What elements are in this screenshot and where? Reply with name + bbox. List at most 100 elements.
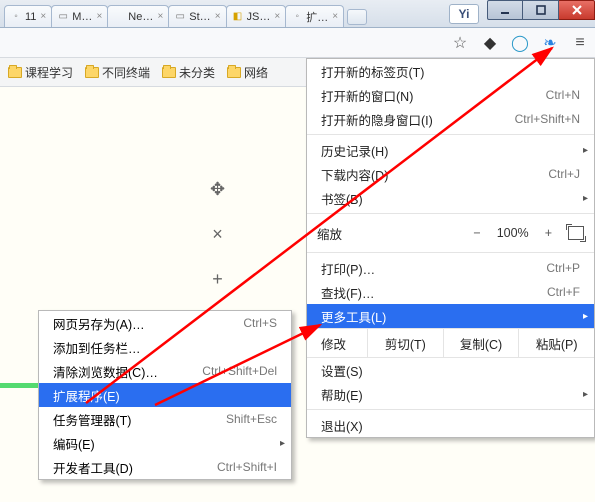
close-icon[interactable]: ×: [274, 11, 280, 22]
zoom-out-button[interactable]: −: [473, 226, 480, 240]
menu-label: 清除浏览数据(C)…: [53, 362, 158, 381]
ime-indicator[interactable]: Yi: [449, 4, 479, 24]
menu-shortcut: Ctrl+P: [546, 261, 580, 275]
menu-shortcut: Ctrl+Shift+I: [217, 460, 277, 474]
tab-favicon: ◧: [232, 11, 244, 23]
menu-item-copy[interactable]: 复制(C): [443, 329, 519, 357]
bookmark-folder[interactable]: 课程学习: [8, 64, 73, 81]
zoom-in-button[interactable]: +: [545, 226, 552, 240]
bookmark-label: 课程学习: [25, 64, 73, 81]
menu-item-dev-tools[interactable]: 开发者工具(D)Ctrl+Shift+I: [39, 455, 291, 479]
browser-toolbar: ☆ ◆ ◯ ❧ ≡: [0, 28, 595, 58]
bookmark-label: 网络: [244, 64, 268, 81]
menu-item-save-as[interactable]: 网页另存为(A)… Ctrl+S: [39, 311, 291, 335]
close-icon[interactable]: ×: [212, 224, 223, 245]
fullscreen-icon[interactable]: [568, 226, 584, 240]
menu-item-add-to-taskbar[interactable]: 添加到任务栏…: [39, 335, 291, 359]
tab-favicon: [113, 11, 125, 23]
close-icon[interactable]: ×: [40, 11, 46, 22]
close-icon[interactable]: ×: [96, 11, 102, 22]
bookmark-label: 不同终端: [102, 64, 150, 81]
more-tools-submenu: 网页另存为(A)… Ctrl+S 添加到任务栏… 清除浏览数据(C)… Ctrl+S…: [38, 310, 292, 480]
new-tab-button[interactable]: [347, 9, 367, 25]
menu-label: 网页另存为(A)…: [53, 314, 145, 333]
ime-label: Yi: [459, 7, 470, 21]
menu-item-new-window[interactable]: 打开新的窗口(N)Ctrl+N: [307, 83, 594, 107]
menu-label: 任务管理器(T): [53, 410, 131, 429]
menu-item-find[interactable]: 查找(F)…Ctrl+F: [307, 280, 594, 304]
bookmark-folder[interactable]: 网络: [227, 64, 268, 81]
menu-label: 打印(P)…: [321, 259, 375, 278]
move-icon[interactable]: ✥: [210, 179, 225, 200]
menu-item-more-tools[interactable]: 更多工具(L): [307, 304, 594, 328]
browser-tab[interactable]: ◦11 ×: [4, 5, 52, 27]
menu-label: 添加到任务栏…: [53, 338, 141, 357]
page-accent: [0, 383, 42, 388]
folder-icon: [8, 67, 22, 78]
menu-label: 扩展程序(E): [53, 386, 120, 405]
menu-label: 打开新的窗口(N): [321, 86, 413, 105]
browser-tab[interactable]: ◧JS…×: [226, 5, 287, 27]
menu-label: 编码(E): [53, 434, 95, 453]
menu-label: 打开新的隐身窗口(I): [321, 110, 433, 129]
tab-favicon: ◦: [10, 11, 22, 23]
extension-icon[interactable]: ❧: [541, 34, 559, 52]
folder-icon: [162, 67, 176, 78]
star-icon[interactable]: ☆: [451, 34, 469, 52]
menu-item-cut[interactable]: 剪切(T): [367, 329, 443, 357]
bookmark-folder[interactable]: 不同终端: [85, 64, 150, 81]
menu-item-downloads[interactable]: 下载内容(D)Ctrl+J: [307, 162, 594, 186]
menu-item-print[interactable]: 打印(P)… Ctrl+P: [307, 256, 594, 280]
close-icon[interactable]: ×: [332, 11, 338, 22]
menu-item-encoding[interactable]: 编码(E): [39, 431, 291, 455]
window-titlebar: ◦11× ▭M…× New T…× ▭St…× ◧JS…× ◦扩…× Yi: [0, 0, 595, 28]
menu-item-exit[interactable]: 退出(X): [307, 413, 594, 437]
menu-item-incognito[interactable]: 打开新的隐身窗口(I) Ctrl+Shift+N: [307, 107, 594, 131]
menu-label: 帮助(E): [321, 385, 363, 404]
menu-item-clear-data[interactable]: 清除浏览数据(C)… Ctrl+Shift+Del: [39, 359, 291, 383]
tab-strip: ◦11× ▭M…× New T…× ▭St…× ◧JS…× ◦扩…×: [0, 0, 449, 27]
bookmark-folder[interactable]: 未分类: [162, 64, 215, 81]
menu-row-zoom: 缩放 − 100% +: [307, 217, 594, 249]
tab-label: M…: [72, 11, 92, 23]
menu-item-settings[interactable]: 设置(S): [307, 358, 594, 382]
menu-shortcut: Shift+Esc: [226, 412, 277, 426]
folder-icon: [227, 67, 241, 78]
menu-item-history[interactable]: 历史记录(H): [307, 138, 594, 162]
menu-shortcut: Ctrl+S: [243, 316, 277, 330]
menu-item-extensions[interactable]: 扩展程序(E): [39, 383, 291, 407]
tab-label: JS…: [247, 11, 271, 23]
tab-label: New T…: [128, 11, 153, 23]
browser-tab[interactable]: ◦扩…×: [285, 5, 344, 27]
close-window-button[interactable]: [559, 0, 595, 20]
menu-item-paste[interactable]: 粘贴(P): [518, 329, 594, 357]
tab-label: 11: [25, 11, 36, 23]
tab-favicon: ▭: [174, 11, 186, 23]
close-icon[interactable]: ×: [157, 11, 163, 22]
menu-row-edit: 修改 剪切(T) 复制(C) 粘贴(P): [307, 328, 594, 358]
menu-icon[interactable]: ≡: [571, 34, 589, 52]
minimize-button[interactable]: [487, 0, 523, 20]
tab-label: 扩…: [306, 9, 328, 25]
menu-shortcut: Ctrl+Shift+N: [515, 112, 580, 126]
folder-icon: [85, 67, 99, 78]
page-mini-tools: ✥ × +: [210, 179, 225, 290]
menu-item-new-tab[interactable]: 打开新的标签页(T): [307, 59, 594, 83]
browser-tab[interactable]: New T… ×: [107, 5, 169, 27]
browser-tab[interactable]: ▭M…×: [51, 5, 108, 27]
evernote-icon[interactable]: ◆: [481, 34, 499, 52]
menu-item-bookmarks[interactable]: 书签(B): [307, 186, 594, 210]
menu-item-task-manager[interactable]: 任务管理器(T) Shift+Esc: [39, 407, 291, 431]
close-icon[interactable]: ×: [215, 11, 221, 22]
extension-icon[interactable]: ◯: [511, 34, 529, 52]
menu-label: 修改: [307, 334, 367, 353]
menu-label: 打开新的标签页(T): [321, 62, 424, 81]
menu-item-help[interactable]: 帮助(E): [307, 382, 594, 406]
menu-label: 退出(X): [321, 416, 363, 435]
menu-label: 书签(B): [321, 189, 363, 208]
zoom-value: 100%: [497, 226, 529, 240]
maximize-button[interactable]: [523, 0, 559, 20]
plus-icon[interactable]: +: [212, 269, 223, 290]
browser-tab[interactable]: ▭St…×: [168, 5, 226, 27]
menu-shortcut: Ctrl+Shift+Del: [202, 364, 277, 378]
